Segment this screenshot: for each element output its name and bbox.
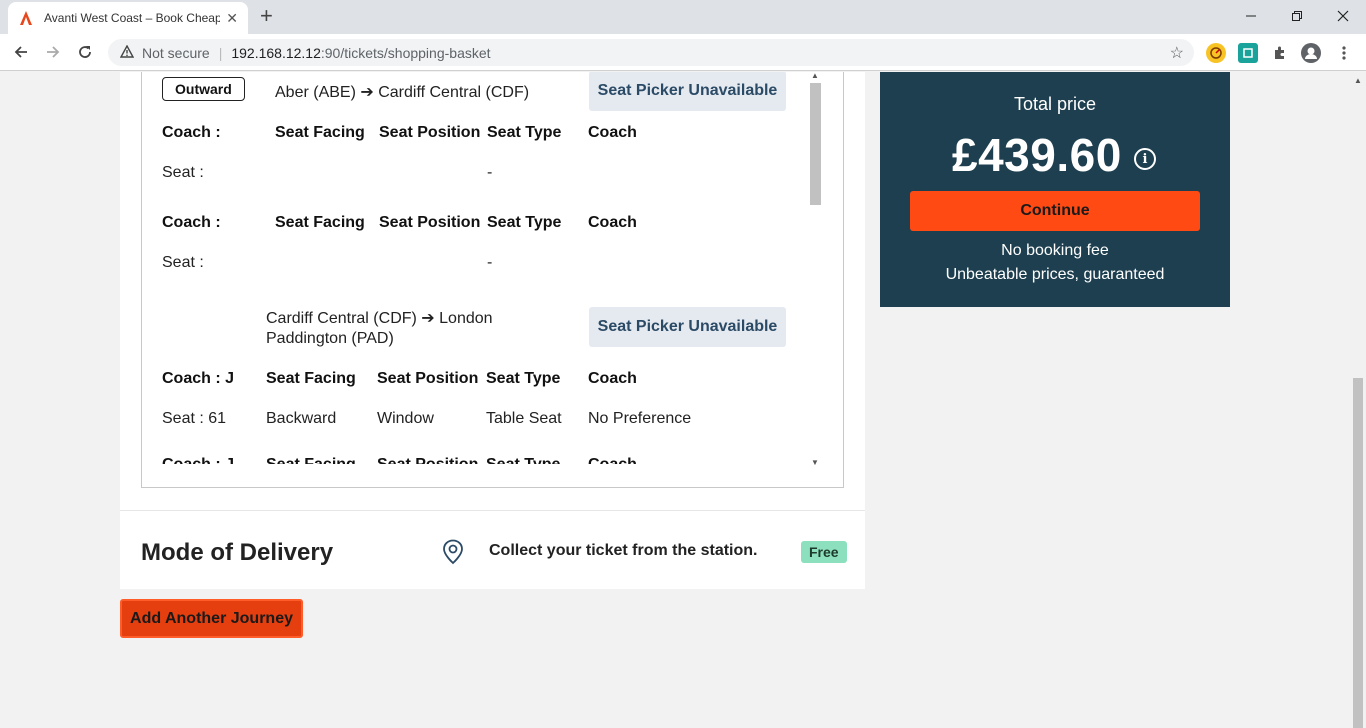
page-scroll-thumb[interactable]: [1353, 378, 1363, 728]
page-scroll-up-icon[interactable]: ▲: [1354, 76, 1362, 85]
seat-picker-button[interactable]: Seat Picker Unavailable: [589, 307, 786, 347]
new-tab-button[interactable]: +: [260, 4, 273, 28]
panel-scrollbar[interactable]: ▲ ▼: [808, 72, 823, 467]
seat-type-value: Table Seat: [486, 410, 562, 427]
outward-badge: Outward: [162, 77, 245, 101]
total-price-amount: £439.60: [952, 129, 1122, 181]
profile-avatar-icon[interactable]: [1301, 43, 1321, 63]
close-window-icon[interactable]: [1320, 0, 1366, 32]
page-viewport: Outward Aber (ABE) ➔ Cardiff Central (CD…: [0, 72, 1350, 728]
price-guarantee-note: Unbeatable prices, guaranteed: [945, 266, 1165, 283]
seat-position-value: Window: [377, 410, 434, 427]
restore-icon[interactable]: [1274, 0, 1320, 32]
seat-type-header: Seat Type: [486, 370, 561, 387]
reload-icon[interactable]: [72, 39, 98, 65]
coach-pref-value: No Preference: [588, 410, 692, 427]
journey-card: Outward Aber (ABE) ➔ Cardiff Central (CD…: [120, 72, 865, 589]
seat-facing-value: Backward: [266, 410, 337, 427]
seat-type-header: Seat Type: [487, 214, 562, 231]
delivery-method: Collect your ticket from the station.: [489, 542, 758, 559]
tab-close-icon[interactable]: ✕: [226, 10, 238, 27]
price-summary: Total price £439.60 i Continue No bookin…: [880, 72, 1230, 307]
coach-pref-header: Coach: [588, 214, 637, 231]
info-icon[interactable]: i: [1134, 148, 1156, 170]
extension-teal-icon[interactable]: [1238, 43, 1258, 63]
extension-speed-icon[interactable]: [1206, 43, 1226, 63]
tab-title: Avanti West Coast – Book Cheap: [44, 11, 221, 25]
address-divider: |: [218, 44, 223, 61]
seat-position-header: Seat Position: [379, 124, 481, 141]
seat-number: Seat :: [162, 254, 204, 271]
seat-type-header: Seat Type: [487, 124, 562, 141]
browser-menu-icon[interactable]: [1334, 43, 1354, 63]
avanti-logo-icon: [20, 11, 32, 25]
browser-tab[interactable]: Avanti West Coast – Book Cheap ✕: [8, 2, 248, 34]
seat-number: Seat : 61: [162, 410, 227, 427]
coach-pref-header: Coach: [588, 370, 637, 387]
coach-header: Coach : J: [162, 370, 235, 387]
seat-type-value: -: [487, 254, 493, 271]
seat-position-header: Seat Position: [377, 370, 479, 387]
page-scrollbar[interactable]: ▲: [1350, 72, 1366, 728]
coach-pref-header: Coach: [588, 124, 637, 141]
url-host: 192.168.12.12: [231, 44, 321, 61]
continue-button[interactable]: Continue: [910, 191, 1200, 231]
coach-header: Coach :: [162, 214, 221, 231]
minimize-icon[interactable]: [1228, 0, 1274, 32]
browser-toolbar: Not secure | 192.168.12.12:90/tickets/sh…: [0, 34, 1366, 71]
scroll-up-icon[interactable]: ▲: [811, 72, 819, 80]
coach-header: Coach :: [162, 124, 221, 141]
scroll-down-icon[interactable]: ▼: [811, 458, 819, 467]
address-bar[interactable]: Not secure | 192.168.12.12:90/tickets/sh…: [108, 39, 1194, 66]
seat-picker-button[interactable]: Seat Picker Unavailable: [589, 72, 786, 111]
warning-icon: [119, 44, 135, 61]
leg-route-line1: Cardiff Central (CDF) ➔ London: [266, 310, 493, 327]
url-path: :90/tickets/shopping-basket: [320, 44, 491, 61]
seat-number: Seat :: [162, 164, 204, 181]
leg-route: Aber (ABE) ➔ Cardiff Central (CDF): [275, 84, 530, 101]
total-price-label: Total price: [1013, 94, 1097, 114]
free-badge: Free: [801, 541, 847, 563]
back-icon[interactable]: [8, 39, 34, 65]
bookmark-star-icon[interactable]: ☆: [1170, 43, 1184, 63]
no-booking-fee-note: No booking fee: [1001, 242, 1109, 259]
seat-position-header: Seat Position: [379, 214, 481, 231]
seat-facing-header: Seat Facing: [275, 124, 365, 141]
extensions-puzzle-icon[interactable]: [1270, 43, 1290, 63]
security-label: Not secure: [142, 44, 210, 61]
seat-facing-header: Seat Facing: [266, 370, 356, 387]
delivery-heading: Mode of Delivery: [141, 539, 334, 566]
add-another-journey-button[interactable]: Add Another Journey: [120, 599, 303, 638]
leg-route-line2: Paddington (PAD): [266, 330, 394, 347]
panel-bottom-padding: [142, 464, 843, 487]
location-pin-icon: [443, 539, 463, 565]
seat-facing-header: Seat Facing: [275, 214, 365, 231]
panel-scroll-thumb[interactable]: [810, 83, 821, 205]
browser-tab-strip: Avanti West Coast – Book Cheap ✕ +: [0, 0, 1366, 34]
seat-details-panel[interactable]: Outward Aber (ABE) ➔ Cardiff Central (CD…: [141, 72, 844, 488]
delivery-section: Mode of Delivery Collect your ticket fro…: [120, 510, 865, 589]
seat-type-value: -: [487, 164, 493, 181]
forward-icon[interactable]: [40, 39, 66, 65]
